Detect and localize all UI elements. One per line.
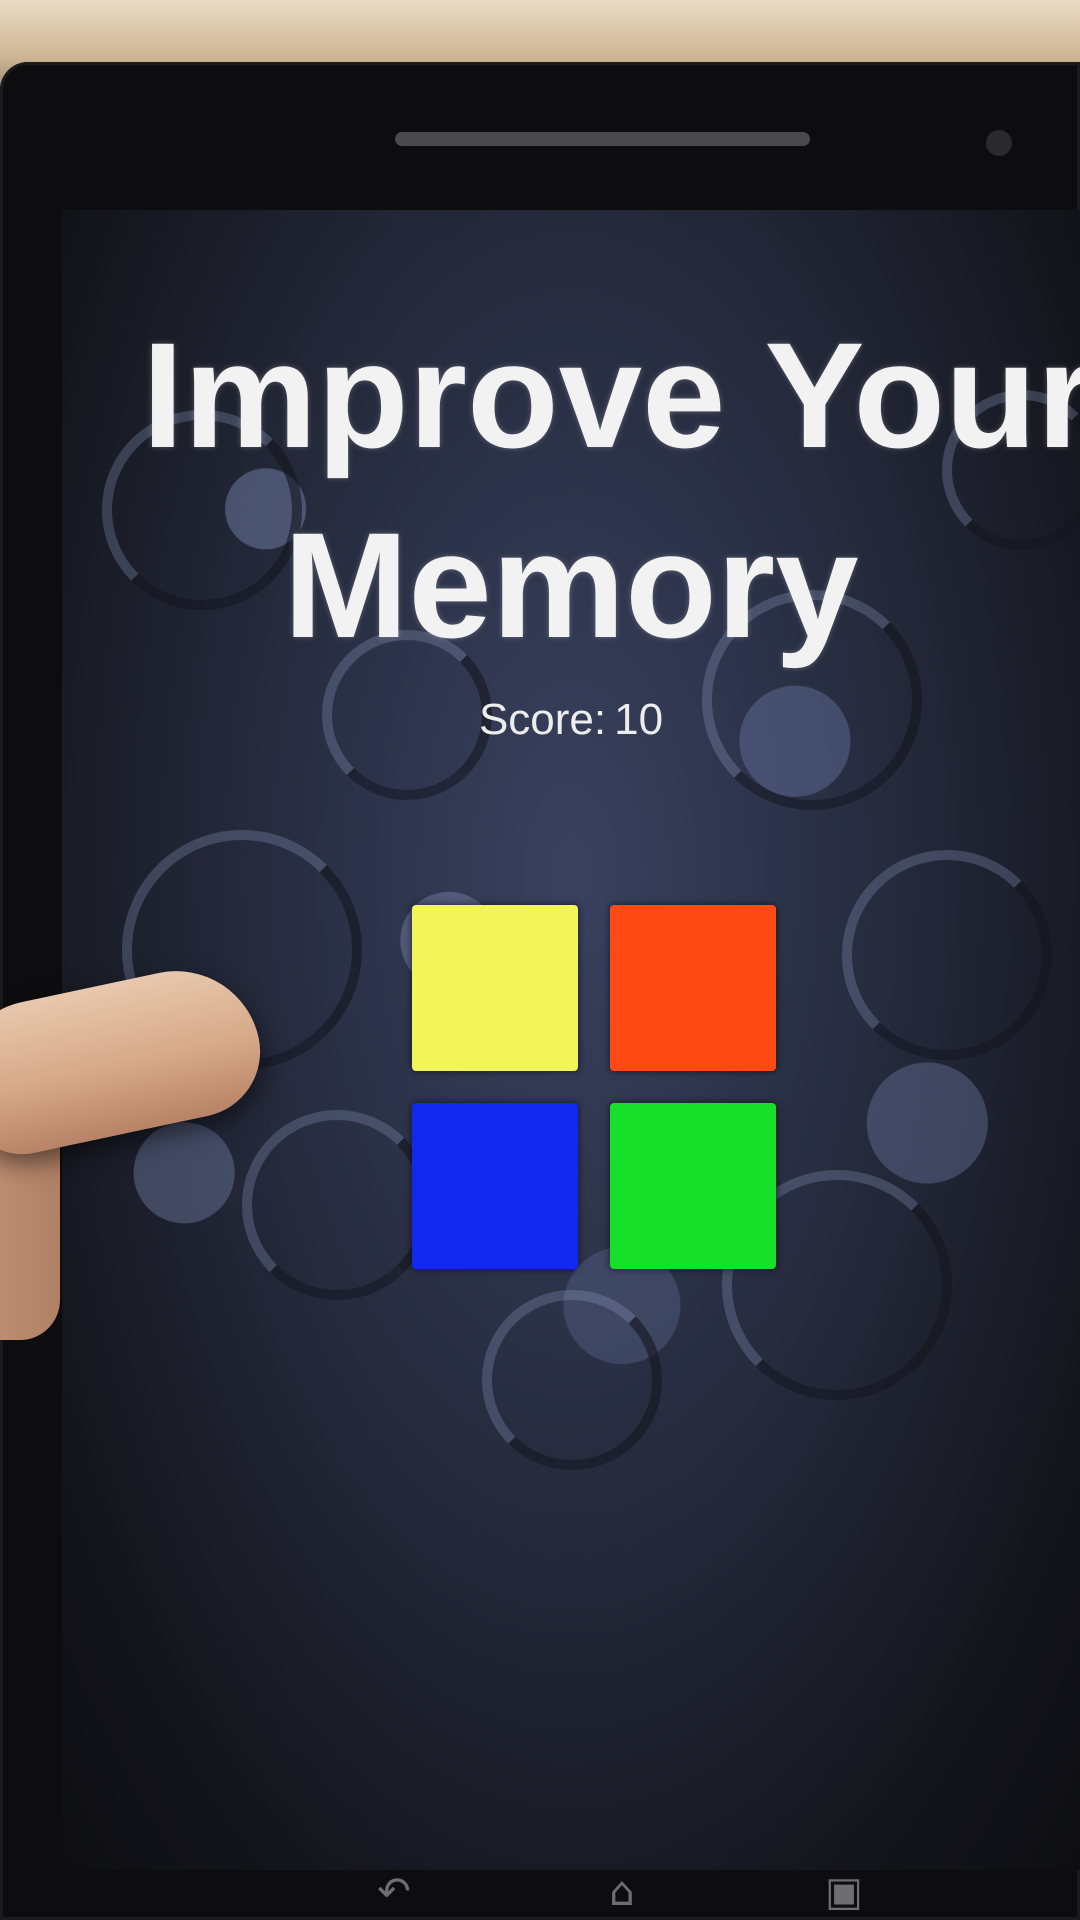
background-swirl: [842, 850, 1052, 1060]
yellow-tile[interactable]: [412, 905, 578, 1071]
score-value: 10: [614, 695, 664, 744]
background-swirl: [242, 1110, 432, 1300]
home-icon[interactable]: ⌂: [600, 1870, 644, 1914]
score-display: Score: 10: [62, 695, 1080, 745]
back-icon[interactable]: ↶: [372, 1870, 416, 1914]
title-line-1: Improve Your: [142, 311, 1080, 479]
system-navigation-bar: ↶ ⌂ ▣: [0, 1860, 1080, 1920]
speaker-grille: [395, 132, 810, 146]
device-photo: Improve Your Memory Score: 10 ↶ ⌂ ▣: [0, 0, 1080, 1920]
title-line-2: Memory: [283, 501, 859, 669]
recent-apps-icon[interactable]: ▣: [822, 1870, 866, 1914]
score-label: Score:: [478, 695, 607, 744]
blue-tile[interactable]: [412, 1103, 578, 1269]
front-camera: [986, 130, 1012, 156]
green-tile[interactable]: [610, 1103, 776, 1269]
game-title: Improve Your Memory: [62, 300, 1080, 680]
background-swirl: [482, 1290, 662, 1470]
red-tile[interactable]: [610, 905, 776, 1071]
